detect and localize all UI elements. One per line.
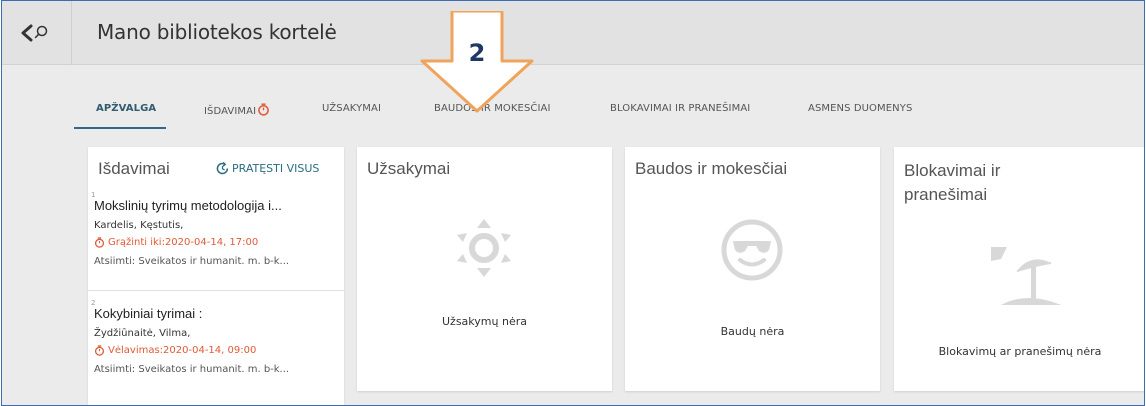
tab-blocks[interactable]: BLOKAVIMAI IR PRANEŠIMAI [610, 103, 750, 114]
sunglasses-smiley-icon [721, 219, 783, 281]
loan-author: Žydžiūnaitė, Vilma, [94, 328, 191, 339]
loan-pickup-location: Atsiimti: Sveikatos ir humanit. m. b-k..… [94, 364, 290, 375]
tab-loans-label: IŠDAVIMAI [204, 106, 257, 117]
renew-all-label: PRATĘSTI VISUS [232, 162, 320, 175]
timer-icon [258, 103, 269, 116]
loan-pickup-location: Atsiimti: Sveikatos ir humanit. m. b-k..… [94, 256, 290, 267]
active-tab-indicator [74, 127, 166, 129]
beach-umbrella-icon [991, 247, 1061, 305]
fines-empty-text: Baudų nėra [720, 325, 785, 338]
loan-due-date: Grąžinti iki:2020-04-14, 17:00 [94, 237, 258, 248]
tab-loans[interactable]: IŠDAVIMAI [204, 103, 270, 117]
requests-card-title: Užsakymai [367, 159, 451, 178]
top-bar: Mano bibliotekos kortelė [2, 1, 1144, 65]
blocks-card-title: Blokavimai ir pranešimai [904, 161, 1001, 204]
requests-empty-text: Užsakymų nėra [442, 315, 527, 328]
page-title: Mano bibliotekos kortelė [97, 20, 337, 44]
loan-author: Kardelis, Kęstutis, [94, 220, 184, 231]
renew-all-button[interactable]: PRATĘSTI VISUS [215, 161, 319, 176]
sun-icon [457, 219, 511, 277]
loan-title: Mokslinių tyrimų metodologija i... [94, 198, 282, 213]
renew-icon [216, 161, 229, 175]
tab-requests[interactable]: UŽSAKYMAI [322, 103, 381, 114]
tab-personal-details[interactable]: ASMENS DUOMENYS [808, 103, 912, 114]
loan-due-text: Grąžinti iki:2020-04-14, 17:00 [108, 237, 259, 248]
requests-card[interactable]: Užsakymai Užsakymų nėra [357, 147, 612, 391]
back-search-button[interactable] [2, 1, 72, 65]
timer-icon [94, 237, 105, 248]
blocks-empty-text: Blokavimų ar pranešimų nėra [938, 345, 1102, 358]
annotation-number: 2 [468, 39, 486, 67]
tab-bar: APŽVALGA IŠDAVIMAI UŽSAKYMAI BAUDOS IR M… [74, 93, 1074, 129]
loan-item[interactable]: 1 Mokslinių tyrimų metodologija i... Kar… [88, 189, 344, 291]
fines-card-title: Baudos ir mokesčiai [635, 159, 788, 178]
fines-card[interactable]: Baudos ir mokesčiai Baudų nėra [625, 147, 880, 391]
loan-due-date: Vėlavimas:2020-04-14, 09:00 [94, 345, 256, 356]
loan-item[interactable]: 2 Kokybiniai tyrimai : Žydžiūnaitė, Vilm… [88, 297, 344, 399]
blocks-card[interactable]: Blokavimai ir pranešimai Blokavimų ar pr… [894, 147, 1144, 391]
back-search-icon [21, 24, 47, 42]
loans-card: Išdavimai PRATĘSTI VISUS 1 Mokslinių tyr… [88, 147, 344, 405]
timer-icon [94, 345, 105, 356]
tab-overview[interactable]: APŽVALGA [96, 103, 156, 114]
app-frame: Mano bibliotekos kortelė APŽVALGA IŠDAVI… [1, 0, 1145, 406]
loan-title: Kokybiniai tyrimai : [94, 306, 203, 321]
loan-due-text: Vėlavimas:2020-04-14, 09:00 [108, 345, 257, 356]
loans-card-title: Išdavimai [98, 159, 170, 178]
